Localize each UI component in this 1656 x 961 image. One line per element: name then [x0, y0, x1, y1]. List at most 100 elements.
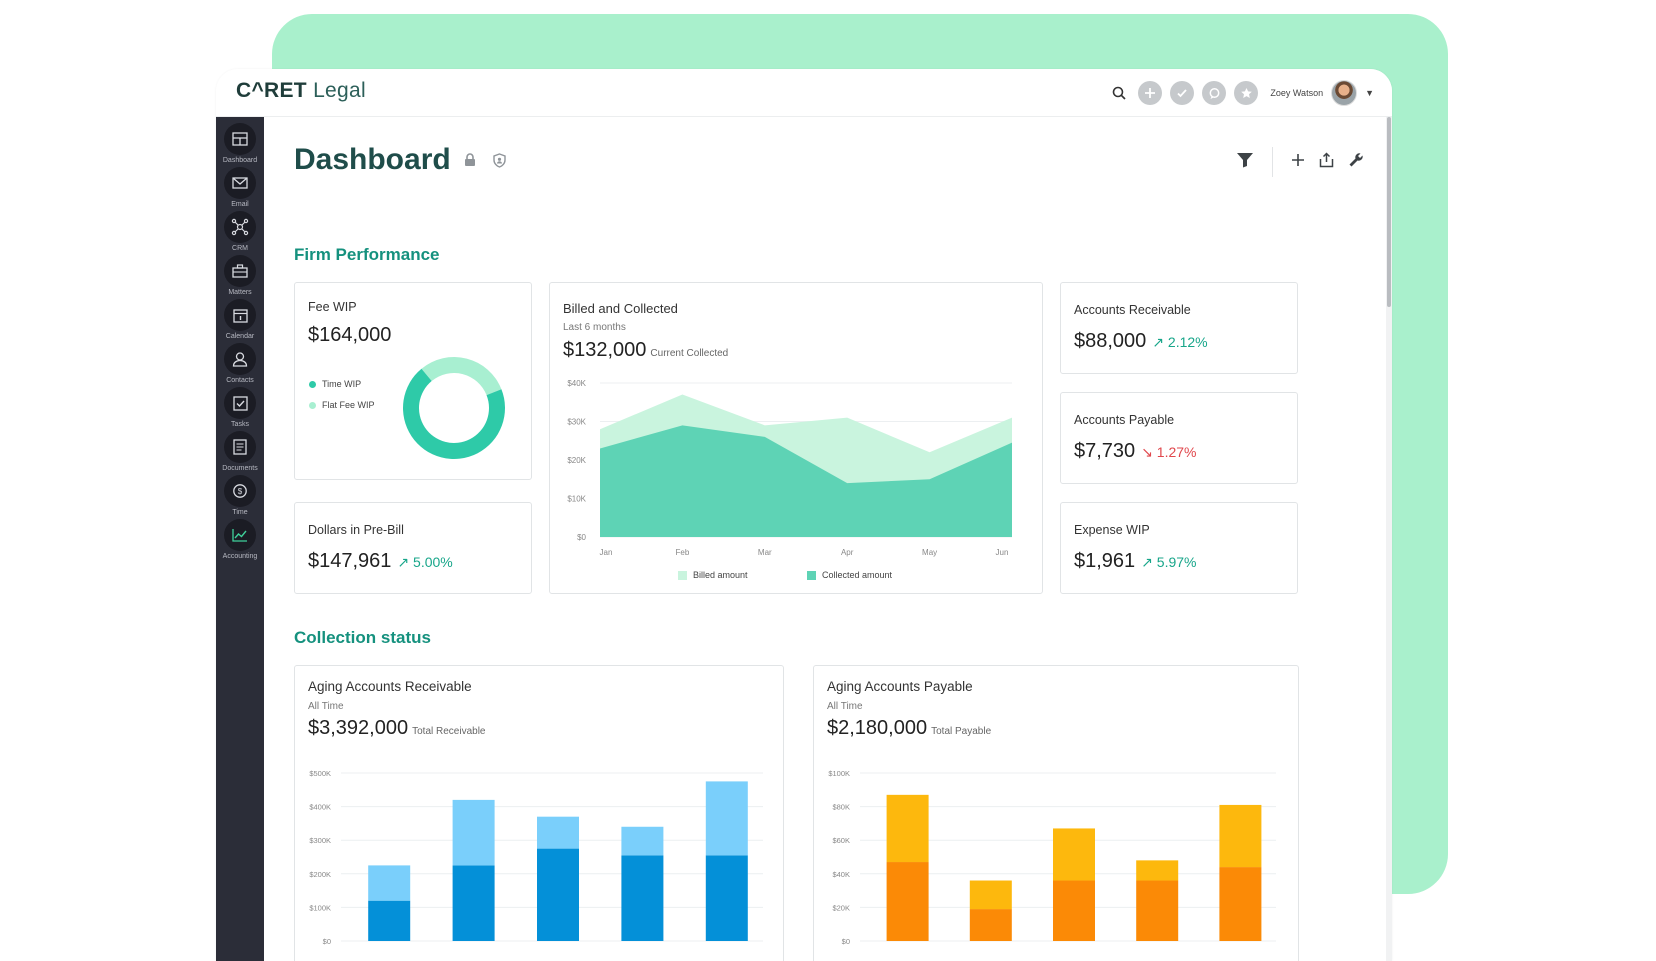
y-tick-label: $300K	[309, 836, 331, 845]
arrow-up-icon: ↗	[1141, 554, 1153, 570]
sidebar-item-dashboard[interactable]: Dashboard	[216, 123, 264, 167]
donut-chart	[403, 357, 505, 459]
bar-segment	[969, 880, 1012, 910]
card-title: Expense WIP	[1074, 523, 1150, 537]
y-tick-label: $40K	[832, 870, 850, 879]
y-tick-label: $60K	[832, 836, 850, 845]
bar-segment	[1136, 880, 1179, 941]
donut-slice-flat-fee-wip	[421, 357, 502, 396]
y-tick-label: $20K	[832, 903, 850, 912]
x-tick-label: May	[922, 548, 937, 557]
main-content: Dashboard Firm Performance Fee WIP $164,…	[264, 117, 1392, 961]
sidebar-item-time[interactable]: $ Time	[216, 475, 264, 519]
bar-segment	[621, 855, 664, 941]
y-tick-label: $30K	[567, 418, 586, 427]
bar-segment	[969, 909, 1012, 941]
bar-segment	[621, 826, 664, 856]
sidebar-item-accounting[interactable]: Accounting	[216, 519, 264, 563]
area-chart: $0 $10K $20K $30K $40K Jan Feb Mar Apr May Jun	[567, 379, 1012, 557]
user-name[interactable]: Zoey Watson	[1270, 88, 1323, 98]
bar-segment	[368, 900, 411, 941]
card-title: Accounts Receivable	[1074, 303, 1191, 317]
card-subtitle: All Time	[308, 701, 344, 712]
card-subtitle: Last 6 months	[563, 322, 626, 333]
y-tick-label: $100K	[828, 769, 850, 778]
legend-time-wip: Time WIP	[309, 379, 361, 389]
card-value: $7,730 ↘ 1.27%	[1074, 440, 1197, 462]
add-widget-icon[interactable]	[1291, 153, 1305, 172]
y-tick-label: $0	[577, 533, 586, 542]
bar-segment	[1219, 867, 1262, 941]
share-icon[interactable]	[1319, 151, 1334, 173]
chevron-down-icon[interactable]: ▼	[1365, 88, 1374, 98]
x-tick-label: Feb	[676, 548, 690, 557]
sidebar-item-email[interactable]: Email	[216, 167, 264, 211]
bar-segment	[1136, 860, 1179, 881]
search-icon[interactable]	[1108, 82, 1130, 104]
bar-segment	[537, 848, 579, 941]
svg-text:$: $	[238, 487, 243, 496]
toolbar-divider	[1272, 147, 1273, 177]
sidebar-item-tasks[interactable]: Tasks	[216, 387, 264, 431]
bar-segment	[705, 855, 748, 941]
lock-icon[interactable]	[464, 153, 476, 173]
x-tick-label: Mar	[758, 548, 772, 557]
sidebar-item-documents[interactable]: Documents	[216, 431, 264, 475]
y-tick-label: $100K	[309, 903, 331, 912]
card-expense-wip[interactable]: Expense WIP $1,961 ↗ 5.97%	[1060, 502, 1298, 594]
add-icon[interactable]	[1138, 81, 1163, 105]
sidebar-item-crm[interactable]: CRM	[216, 211, 264, 255]
change-up: ↗ 5.00%	[397, 554, 453, 570]
bar-segment	[886, 794, 929, 863]
y-tick-label: $40K	[567, 379, 586, 388]
card-billed-collected[interactable]: Billed and Collected Last 6 months $132,…	[549, 282, 1043, 594]
arrow-down-icon: ↘	[1141, 444, 1153, 460]
card-accounts-payable[interactable]: Accounts Payable $7,730 ↘ 1.27%	[1060, 392, 1298, 484]
title-icons	[464, 153, 507, 173]
filter-icon[interactable]	[1236, 152, 1254, 173]
documents-icon	[224, 431, 256, 463]
sidebar-item-matters[interactable]: Matters	[216, 255, 264, 299]
card-accounts-receivable[interactable]: Accounts Receivable $88,000 ↗ 2.12%	[1060, 282, 1298, 374]
toolbar	[1236, 147, 1364, 177]
y-tick-label: $200K	[309, 870, 331, 879]
aging-ar-bar-chart: $0 $100K $200K $300K $400K $500K	[309, 769, 763, 946]
avatar[interactable]	[1331, 80, 1358, 106]
y-tick-label: $400K	[309, 803, 331, 812]
card-title: Accounts Payable	[1074, 413, 1175, 427]
check-icon[interactable]	[1170, 81, 1195, 105]
app-window: C^RET Legal Zoey Watson ▼ Dashboard Emai…	[216, 69, 1392, 961]
card-aging-ar[interactable]: Aging Accounts Receivable All Time $3,39…	[294, 665, 784, 961]
wrench-icon[interactable]	[1348, 152, 1364, 173]
briefcase-icon	[224, 255, 256, 287]
card-subtitle: All Time	[827, 701, 863, 712]
bar-segment	[1053, 828, 1095, 881]
x-tick-label: Apr	[841, 548, 854, 557]
dashboard-icon	[224, 123, 256, 155]
bar-segment	[452, 865, 495, 941]
card-pre-bill[interactable]: Dollars in Pre-Bill $147,961 ↗ 5.00%	[294, 502, 532, 594]
x-tick-label: Jun	[996, 548, 1009, 557]
star-icon[interactable]	[1234, 81, 1259, 105]
bar-segment	[1053, 880, 1095, 941]
bar-segment	[705, 781, 748, 856]
card-value: $132,000 Current Collected	[563, 339, 729, 361]
sidebar-item-calendar[interactable]: Calendar	[216, 299, 264, 343]
logo[interactable]: C^RET Legal	[236, 79, 366, 103]
legend-collected: Collected amount	[807, 570, 892, 580]
card-aging-ap[interactable]: Aging Accounts Payable All Time $2,180,0…	[813, 665, 1299, 961]
aging-ap-bar-chart: $0 $20K $40K $60K $80K $100K	[828, 769, 1276, 946]
shield-icon[interactable]	[492, 153, 507, 173]
bar-segment	[886, 862, 929, 941]
legend-flat-fee-wip: Flat Fee WIP	[309, 400, 375, 410]
card-fee-wip[interactable]: Fee WIP $164,000 Time WIP Flat Fee WIP	[294, 282, 532, 480]
sidebar-item-contacts[interactable]: Contacts	[216, 343, 264, 387]
card-title: Billed and Collected	[563, 301, 678, 316]
chat-icon[interactable]	[1202, 81, 1227, 105]
card-value: $3,392,000 Total Receivable	[308, 717, 486, 739]
email-icon	[224, 167, 256, 199]
y-tick-label: $500K	[309, 769, 331, 778]
bar-segment	[1219, 804, 1262, 868]
x-tick-label: Jan	[600, 548, 613, 557]
sidebar: Dashboard Email CRM Matters Calendar Con…	[216, 117, 264, 961]
